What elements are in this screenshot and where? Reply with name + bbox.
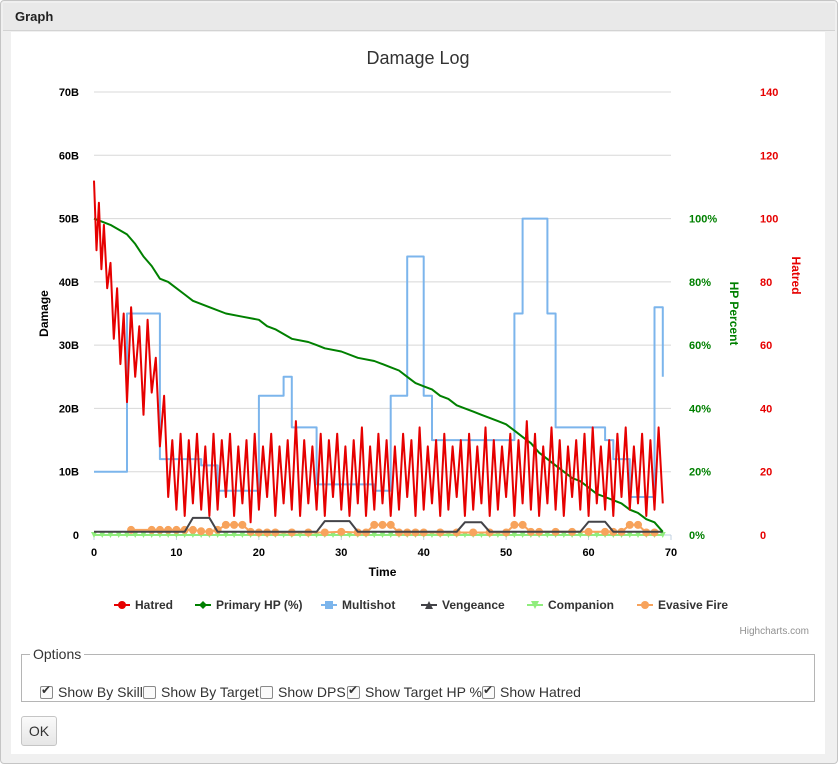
show-by-skill-label: Show By Skill (58, 684, 143, 700)
legend-item-vengeance: Vengeance (421, 598, 505, 612)
hatred-tick-label: 0 (760, 530, 766, 542)
options-legend: Options (33, 646, 82, 662)
legend-label: Multishot (342, 598, 395, 612)
x-axis-title: Time (369, 565, 397, 579)
legend-item-hatred: Hatred (114, 598, 173, 612)
dialog-content: Damage Log 0 10B 20B 30B 40B 50B 60B 70B 0 10 20 30 4… (11, 32, 825, 754)
data-point (337, 527, 346, 536)
show-by-target-label: Show By Target (161, 684, 259, 700)
hp-tick-label: 0% (689, 530, 705, 542)
show-target-hp-option[interactable]: Show Target HP % (347, 683, 482, 700)
legend-label: Primary HP (%) (216, 598, 302, 612)
legend-label: Vengeance (442, 598, 505, 612)
legend-label: Companion (548, 598, 614, 612)
data-point (221, 520, 230, 529)
hatred-axis-title: Hatred (789, 257, 803, 295)
damage-tick-label: 10B (59, 467, 79, 479)
legend-label: Hatred (135, 598, 173, 612)
damage-axis-title: Damage (37, 290, 51, 337)
show-by-target-checkbox[interactable] (143, 685, 156, 699)
hp-tick-label: 80% (689, 277, 711, 289)
show-dps-option[interactable]: Show DPS (260, 684, 346, 700)
data-point (386, 520, 395, 529)
x-tick-label: 50 (500, 547, 512, 559)
data-point (584, 527, 593, 536)
hp-axis-title: HP Percent (727, 282, 741, 346)
ok-button[interactable]: OK (21, 716, 57, 746)
x-tick-label: 0 (91, 547, 97, 559)
series-line (93, 217, 664, 533)
damage-tick-label: 60B (59, 150, 79, 162)
data-point (197, 527, 206, 536)
x-tick-label: 30 (335, 547, 347, 559)
graph-dialog: Graph Damage Log 0 10B 20B 30B 40B 50B 60B 70B 0 1… (0, 0, 838, 764)
data-point (205, 527, 214, 536)
hatred-tick-label: 140 (760, 87, 778, 99)
dialog-titlebar[interactable]: Graph (3, 3, 835, 31)
data-point (370, 520, 379, 529)
legend-label: Evasive Fire (658, 598, 728, 612)
series-hatred (93, 180, 664, 524)
grid-lines (94, 91, 671, 536)
x-tick-label: 40 (418, 547, 430, 559)
data-point (510, 520, 519, 529)
series-line (93, 180, 664, 524)
hp-tick-label: 40% (689, 403, 711, 415)
show-target-hp-label: Show Target HP % (365, 684, 482, 700)
data-point (469, 528, 478, 537)
data-point (634, 520, 643, 529)
hatred-tick-label: 40 (760, 403, 772, 415)
show-by-skill-option[interactable]: Show By Skill (40, 683, 143, 700)
x-tick-label: 20 (253, 547, 265, 559)
hatred-tick-label: 100 (760, 214, 778, 226)
dialog-title: Graph (15, 9, 54, 24)
data-point (601, 527, 610, 536)
hp-tick-label: 20% (689, 467, 711, 479)
data-point (238, 520, 247, 529)
hp-tick-label: 60% (689, 340, 711, 352)
x-tick-label: 10 (170, 547, 182, 559)
data-point (320, 528, 329, 537)
show-dps-label: Show DPS (278, 684, 346, 700)
show-dps-checkbox[interactable] (260, 685, 273, 699)
data-point (378, 520, 387, 529)
data-point (625, 520, 634, 529)
show-hatred-checkbox[interactable] (482, 683, 495, 699)
data-point (518, 520, 527, 529)
legend-item-evasive-fire: Evasive Fire (637, 598, 728, 612)
show-target-hp-checkbox[interactable] (347, 683, 360, 699)
legend-marker (325, 601, 333, 609)
show-hatred-label: Show Hatred (500, 684, 581, 700)
legend-item-primary-hp: Primary HP (%) (195, 598, 302, 612)
damage-tick-label: 70B (59, 87, 79, 99)
hatred-tick-label: 120 (760, 150, 778, 162)
hatred-tick-label: 60 (760, 340, 772, 352)
legend-item-multishot: Multishot (321, 598, 395, 612)
data-point (230, 520, 239, 529)
damage-tick-label: 20B (59, 403, 79, 415)
legend-marker (199, 601, 207, 609)
data-point (188, 525, 197, 534)
series-primary-hp (93, 217, 664, 533)
damage-tick-label: 30B (59, 340, 79, 352)
damage-log-chart: Damage Log 0 10B 20B 30B 40B 50B 60B 70B 0 10 20 30 4… (37, 48, 803, 612)
x-tick-label: 70 (665, 547, 677, 559)
damage-tick-label: 0 (73, 530, 79, 542)
damage-tick-label: 40B (59, 277, 79, 289)
legend-marker (641, 601, 649, 609)
show-hatred-option[interactable]: Show Hatred (482, 683, 581, 700)
hp-tick-label: 100% (689, 214, 717, 226)
hatred-tick-label: 20 (760, 467, 772, 479)
legend-item-companion: Companion (527, 598, 614, 612)
show-by-target-option[interactable]: Show By Target (143, 684, 259, 700)
chart-title: Damage Log (366, 48, 469, 68)
hatred-tick-label: 80 (760, 277, 772, 289)
damage-tick-label: 50B (59, 214, 79, 226)
show-by-skill-checkbox[interactable] (40, 683, 53, 699)
highcharts-credits[interactable]: Highcharts.com (740, 626, 809, 637)
x-tick-label: 60 (582, 547, 594, 559)
legend-marker (118, 601, 126, 609)
options-fieldset: Options Show By Skill Show By Target Sho… (21, 646, 815, 702)
